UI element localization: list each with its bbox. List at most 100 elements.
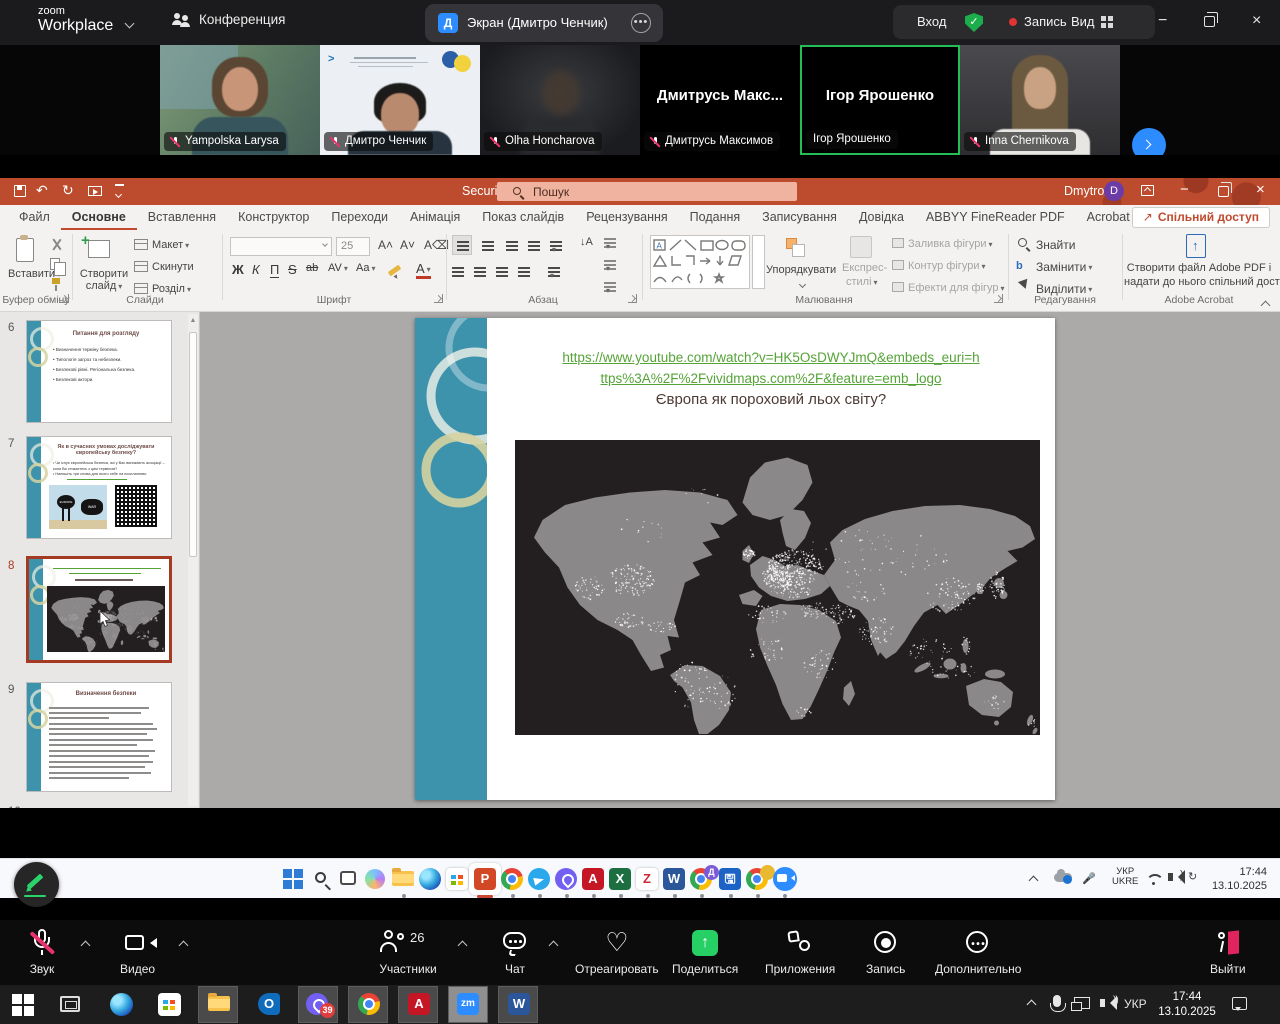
participants-options-chevron[interactable] — [458, 941, 468, 951]
participant-tile[interactable]: Inna Chernikova — [960, 45, 1120, 155]
sign-in-button[interactable]: Вход — [917, 14, 946, 29]
view-button[interactable]: Вид — [1071, 14, 1095, 29]
ribbon-display-options-icon[interactable] — [1141, 185, 1154, 196]
current-slide[interactable]: https://www.youtube.com/watch?v=HK5OsDWY… — [415, 318, 1055, 800]
tray-expand-icon[interactable] — [1027, 1000, 1037, 1010]
tab-transitions[interactable]: Переходи — [320, 205, 399, 230]
search-box[interactable]: Пошук — [497, 182, 797, 201]
mic-tray-icon[interactable]: 🎤 — [1082, 872, 1096, 885]
cut-icon[interactable] — [50, 238, 64, 252]
account-avatar[interactable]: D — [1104, 181, 1124, 201]
account-name[interactable]: Dmytro — [1064, 184, 1104, 198]
start-button-icon[interactable] — [283, 869, 303, 889]
recording-indicator[interactable]: Запись — [1024, 14, 1067, 29]
zoom-app-icon[interactable]: zm — [457, 993, 479, 1015]
taskbar-search-icon[interactable] — [315, 872, 326, 883]
shadow-button[interactable]: ab — [306, 262, 318, 274]
bold-button[interactable]: Ж — [232, 262, 244, 277]
shapes-gallery[interactable]: A — [650, 235, 750, 289]
justify-icon[interactable] — [518, 267, 530, 269]
tab-animations[interactable]: Анімація — [399, 205, 471, 230]
tab-abbyy[interactable]: ABBYY FineReader PDF — [915, 205, 1076, 230]
align-left-icon[interactable] — [452, 267, 464, 269]
workspace-chevron-icon[interactable] — [125, 19, 135, 29]
scrollbar-thumb[interactable] — [189, 332, 197, 557]
drawing-dialog-launcher[interactable] — [994, 294, 1003, 303]
scroll-up-icon[interactable]: ▲ — [188, 314, 198, 328]
grow-font-button[interactable]: A˄ — [378, 238, 393, 252]
chrome-icon[interactable] — [358, 993, 380, 1015]
strikethrough-button[interactable]: S — [288, 262, 297, 277]
participant-tile[interactable]: Olha Honcharova — [480, 45, 640, 155]
zoom-app-icon[interactable] — [773, 867, 797, 891]
copilot-icon[interactable] — [365, 869, 385, 889]
thumbnail-slide-6[interactable]: Питання для розгляду • Визначення термін… — [26, 320, 172, 423]
edge-icon[interactable] — [419, 868, 441, 890]
new-slide-button[interactable]: Створити слайд — [78, 268, 130, 292]
restore-button[interactable] — [1204, 16, 1215, 27]
network-display-icon[interactable] — [1074, 997, 1090, 1009]
edge-icon[interactable] — [110, 993, 133, 1016]
file-explorer-icon[interactable] — [392, 871, 414, 886]
paragraph-dialog-launcher[interactable] — [628, 294, 637, 303]
chat-button[interactable]: Чат — [500, 928, 530, 976]
tab-file[interactable]: Файл — [8, 205, 61, 230]
arrange-button[interactable]: Упорядкувати — [766, 264, 836, 276]
save-icon[interactable] — [14, 185, 26, 197]
shape-effects-button[interactable]: Ефекти для фігур — [908, 282, 1005, 294]
save-app-icon[interactable]: 🖫 — [719, 868, 741, 890]
telegram-icon[interactable] — [528, 868, 550, 890]
outlook-icon[interactable]: O — [258, 993, 280, 1015]
shape-fill-button[interactable]: Заливка фігури — [908, 238, 993, 250]
tab-options-icon[interactable]: ••• — [631, 13, 651, 33]
align-text-icon[interactable] — [604, 260, 616, 262]
line-spacing-icon[interactable] — [550, 241, 562, 243]
clock[interactable]: 17:4413.10.2025 — [1152, 990, 1222, 1020]
speaker-icon[interactable] — [1100, 999, 1105, 1007]
acrobat-icon[interactable]: A — [408, 993, 430, 1015]
file-explorer-icon[interactable] — [208, 996, 230, 1011]
tray-expand-icon[interactable] — [1029, 876, 1039, 886]
undo-icon[interactable]: ↶ — [36, 182, 48, 199]
word-icon[interactable]: W — [663, 868, 685, 890]
video-button[interactable]: Видео — [120, 928, 155, 976]
highlight-color-button[interactable] — [388, 265, 402, 277]
layout-button[interactable]: Макет — [152, 239, 189, 251]
format-painter-icon[interactable] — [50, 278, 62, 290]
replace-button[interactable]: Замінити — [1036, 260, 1092, 274]
task-view-button[interactable] — [60, 996, 80, 1012]
tab-recording[interactable]: Записування — [751, 205, 848, 230]
decrease-indent-icon[interactable] — [506, 241, 518, 243]
redo-icon[interactable]: ↻ — [62, 182, 74, 199]
chrome-icon[interactable] — [501, 868, 523, 890]
language-indicator[interactable]: УКР — [1124, 997, 1147, 1011]
ppt-close-button[interactable]: × — [1256, 181, 1265, 198]
text-direction-icon[interactable] — [604, 238, 616, 240]
onedrive-icon[interactable] — [1054, 873, 1072, 882]
leave-button[interactable]: Выйти — [1210, 928, 1246, 976]
sort-icon[interactable]: ↓A — [580, 236, 593, 248]
participants-button[interactable]: 26 Участники — [378, 928, 438, 976]
start-button[interactable] — [12, 994, 34, 1016]
columns-icon[interactable] — [548, 267, 560, 269]
more-button[interactable]: ••• Дополнительно — [935, 928, 1021, 976]
thumbnail-slide-8-selected[interactable] — [26, 556, 172, 663]
participant-tile-active-speaker[interactable]: Ігор Ярошенко Ігор Ярошенко — [800, 45, 960, 155]
viber-icon[interactable] — [555, 868, 577, 890]
tab-insert[interactable]: Вставлення — [137, 205, 227, 230]
acrobat-action-line2[interactable]: надати до нього спільний доступ — [1124, 276, 1274, 288]
language-indicator[interactable]: УКРUKRE — [1112, 867, 1138, 888]
powerpoint-icon[interactable]: P — [474, 868, 496, 890]
participant-tile[interactable]: Yampolska Larysa — [160, 45, 320, 155]
character-spacing-button[interactable]: AV — [328, 262, 348, 274]
ppt-minimize-button[interactable]: − — [1180, 181, 1189, 198]
new-slide-icon[interactable] — [88, 240, 110, 258]
thumbnail-scrollbar[interactable]: ▲ — [188, 314, 198, 806]
microsoft-store-icon[interactable] — [446, 868, 468, 890]
acrobat-action-line1[interactable]: Створити файл Adobe PDF і — [1124, 262, 1274, 274]
ppt-restore-button[interactable] — [1218, 186, 1229, 197]
clipboard-dialog-launcher[interactable] — [60, 294, 69, 303]
task-view-icon[interactable] — [340, 871, 356, 885]
tab-home[interactable]: Основне — [61, 205, 137, 230]
font-color-button[interactable]: A — [416, 262, 431, 279]
